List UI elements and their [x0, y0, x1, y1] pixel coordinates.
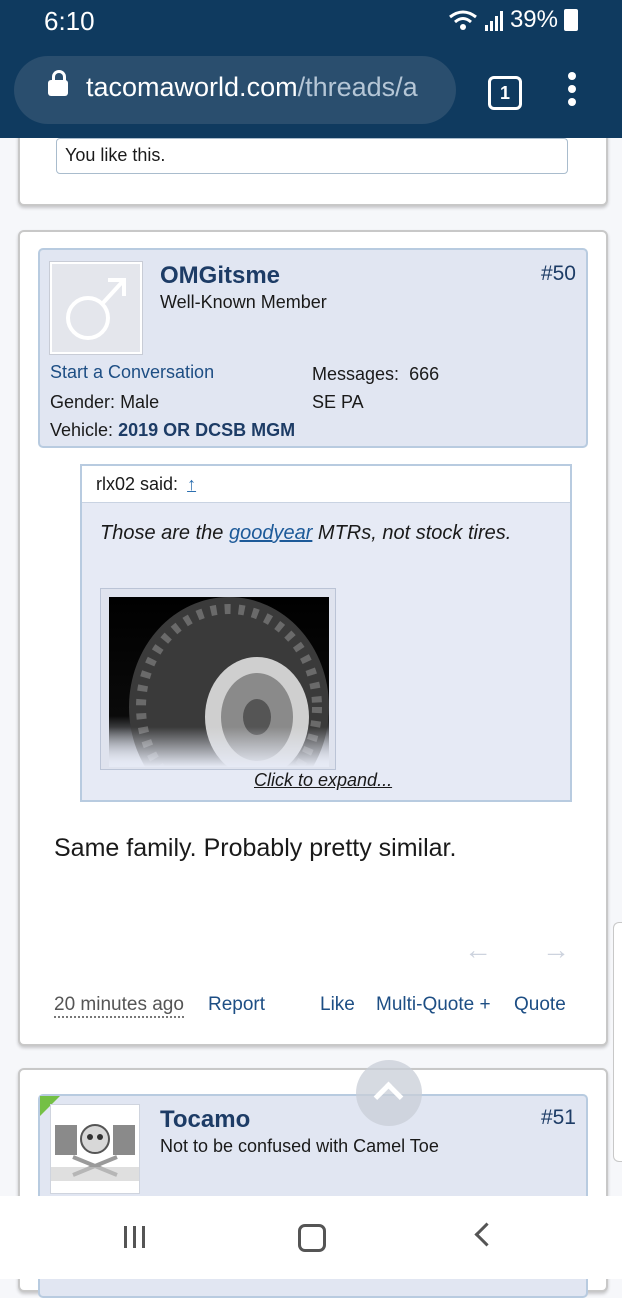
- male-avatar-icon[interactable]: [50, 262, 142, 354]
- post-timestamp[interactable]: 20 minutes ago: [54, 994, 184, 1018]
- user-info-box: OMGitsme Well-Known Member #50 Start a C…: [38, 248, 588, 448]
- signal-icon: [484, 11, 503, 31]
- multi-quote-link[interactable]: Multi-Quote +: [376, 994, 491, 1016]
- next-user-avatar[interactable]: [50, 1104, 140, 1194]
- recent-apps-icon[interactable]: [124, 1226, 151, 1253]
- messages-label: Messages:: [312, 364, 400, 384]
- quote-author: rlx02 said: ↑: [96, 474, 196, 495]
- next-arrow-icon[interactable]: →: [542, 934, 570, 966]
- status-indicators: 39%: [448, 6, 578, 34]
- next-username[interactable]: Tocamo: [160, 1106, 250, 1134]
- quote-text-before: Those are the: [100, 522, 229, 544]
- scroll-top-icon[interactable]: [356, 1060, 422, 1126]
- status-time: 6:10: [44, 6, 95, 36]
- username[interactable]: OMGitsme: [160, 262, 280, 290]
- tire-image: [109, 597, 329, 767]
- back-icon[interactable]: [474, 1222, 499, 1247]
- quote-text: Those are the goodyear MTRs, not stock t…: [100, 522, 511, 545]
- quote-block: rlx02 said: ↑ Those are the goodyear MTR…: [80, 464, 572, 802]
- gender-value: Male: [120, 392, 160, 412]
- tabs-button[interactable]: 1: [488, 76, 522, 110]
- url-host: tacomaworld.com: [86, 72, 298, 102]
- quote-up-arrow-icon[interactable]: ↑: [187, 474, 196, 494]
- battery-icon: [564, 9, 578, 31]
- likes-summary: You like this.: [56, 138, 568, 174]
- gender-row: Gender: Male: [50, 392, 159, 413]
- messages-value: 666: [409, 364, 440, 384]
- gender-label: Gender:: [50, 392, 116, 412]
- post-card: OMGitsme Well-Known Member #50 Start a C…: [18, 230, 608, 1046]
- start-conversation-link[interactable]: Start a Conversation: [50, 362, 214, 383]
- report-link[interactable]: Report: [208, 994, 265, 1016]
- edge-panel-handle[interactable]: [613, 922, 622, 1162]
- address-bar[interactable]: tacomaworld.com/threads/a: [14, 56, 456, 124]
- url-path: /threads/a: [297, 72, 418, 102]
- wifi-icon: [449, 10, 477, 30]
- quote-header: rlx02 said: ↑: [82, 466, 570, 503]
- quote-author-text: rlx02 said:: [96, 474, 179, 494]
- url-text[interactable]: tacomaworld.com/threads/a: [86, 72, 446, 103]
- post-number[interactable]: #50: [541, 262, 576, 286]
- quote-link-button[interactable]: Quote: [514, 994, 566, 1016]
- vehicle-row: Vehicle: 2019 OR DCSB MGM: [50, 420, 295, 441]
- browser-chrome: 6:10 39% tacomaworld.com/threads/a 1: [0, 0, 622, 138]
- like-link[interactable]: Like: [320, 994, 355, 1016]
- skull-logo-icon: [51, 1124, 139, 1181]
- click-to-expand-link[interactable]: Click to expand...: [254, 770, 392, 791]
- user-location: SE PA: [312, 392, 364, 412]
- home-icon[interactable]: [298, 1224, 326, 1252]
- quote-link[interactable]: goodyear: [229, 522, 312, 544]
- post-body: Same family. Probably pretty similar.: [54, 834, 457, 862]
- lock-icon: [48, 70, 68, 96]
- system-nav-bar: [0, 1196, 622, 1279]
- battery-percent: 39%: [509, 6, 558, 33]
- menu-icon[interactable]: [568, 72, 576, 111]
- messages-stat: Messages: 666: [312, 364, 439, 385]
- next-post-number[interactable]: #51: [541, 1106, 576, 1130]
- vehicle-label: Vehicle:: [50, 420, 114, 440]
- vehicle-value: 2019 OR DCSB MGM: [118, 420, 296, 440]
- prev-arrow-icon[interactable]: ←: [464, 934, 492, 966]
- tire-image-frame[interactable]: [100, 588, 336, 770]
- next-user-title: Not to be confused with Camel Toe: [160, 1136, 439, 1156]
- quote-text-after: MTRs, not stock tires.: [312, 522, 512, 544]
- user-title: Well-Known Member: [160, 292, 327, 312]
